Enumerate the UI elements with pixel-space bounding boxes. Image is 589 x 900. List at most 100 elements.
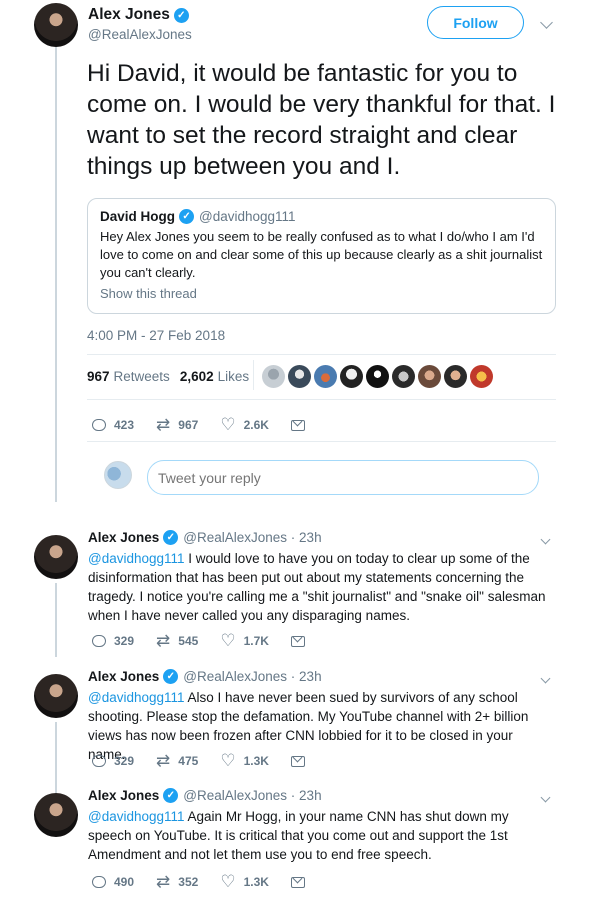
retweet-icon: ⇄ xyxy=(156,751,171,770)
verified-icon: ✓ xyxy=(163,788,179,803)
author-avatar[interactable] xyxy=(34,535,78,579)
message-action[interactable] xyxy=(290,755,305,767)
retweet-action[interactable]: ⇄ 352 xyxy=(156,872,198,892)
mention-link[interactable]: @davidhogg111 xyxy=(88,551,185,566)
author-name[interactable]: Alex Jones xyxy=(88,530,159,545)
author-avatar[interactable] xyxy=(34,674,78,718)
likes-count[interactable]: 2,602 xyxy=(180,369,214,384)
liker-avatar[interactable] xyxy=(444,365,467,388)
reply-count: 423 xyxy=(114,418,135,432)
like-action[interactable]: ♡ 1.3K xyxy=(220,751,269,771)
author-handle[interactable]: @RealAlexJones xyxy=(88,27,192,42)
reply-icon xyxy=(92,635,106,647)
tweet-stats: 967 Retweets 2,602 Likes xyxy=(87,369,259,384)
envelope-icon xyxy=(290,419,305,431)
like-action[interactable]: ♡ 1.3K xyxy=(220,872,269,892)
liker-avatar[interactable] xyxy=(418,365,441,388)
chevron-down-icon[interactable] xyxy=(540,16,553,29)
reply-action[interactable]: 490 xyxy=(92,875,134,889)
mention-link[interactable]: @davidhogg111 xyxy=(88,809,185,824)
author-handle-time[interactable]: @RealAlexJones · 23h xyxy=(183,669,321,684)
reply-icon xyxy=(92,755,106,767)
divider xyxy=(87,399,556,400)
reply-count: 490 xyxy=(114,875,135,889)
reply-action[interactable]: 329 xyxy=(92,754,134,768)
reply-header: Alex Jones ✓ @RealAlexJones · 23h xyxy=(88,788,322,803)
reply-action[interactable]: 329 xyxy=(92,634,134,648)
retweet-action[interactable]: ⇄ 967 xyxy=(156,415,198,435)
reply-actions: 490 ⇄ 352 ♡ 1.3K xyxy=(92,872,327,892)
liker-avatars xyxy=(262,365,493,388)
like-action[interactable]: ♡ 2.6K xyxy=(220,415,269,435)
mention-link[interactable]: @davidhogg111 xyxy=(88,690,185,705)
heart-icon: ♡ xyxy=(220,872,236,891)
liker-avatar[interactable] xyxy=(340,365,363,388)
tweet-text: Hi David, it would be fantastic for you … xyxy=(87,60,556,180)
retweet-count: 967 xyxy=(178,418,199,432)
message-action[interactable] xyxy=(290,876,305,888)
likes-label[interactable]: Likes xyxy=(218,369,250,384)
author-name[interactable]: Alex Jones xyxy=(88,669,159,684)
author-handle-time[interactable]: @RealAlexJones · 23h xyxy=(183,788,321,803)
verified-icon: ✓ xyxy=(179,209,195,224)
reply-header: Alex Jones ✓ @RealAlexJones · 23h xyxy=(88,530,322,545)
chevron-down-icon[interactable] xyxy=(540,534,551,545)
quoted-tweet[interactable]: David Hogg ✓ @davidhogg111 Hey Alex Jone… xyxy=(87,198,556,314)
reply-icon xyxy=(92,876,106,888)
message-action[interactable] xyxy=(290,635,305,647)
divider xyxy=(87,441,556,442)
reply-icon xyxy=(92,419,106,431)
envelope-icon xyxy=(290,755,305,767)
author-name[interactable]: Alex Jones xyxy=(88,6,170,24)
retweet-count: 352 xyxy=(178,875,199,889)
heart-icon: ♡ xyxy=(220,751,236,770)
heart-icon: ♡ xyxy=(220,631,236,650)
envelope-icon xyxy=(290,876,305,888)
quoted-text: Hey Alex Jones you seem to be really con… xyxy=(100,229,543,280)
like-count: 1.3K xyxy=(243,875,269,889)
reply-actions: 329 ⇄ 475 ♡ 1.3K xyxy=(92,751,327,771)
author-avatar[interactable] xyxy=(34,793,78,837)
retweet-action[interactable]: ⇄ 545 xyxy=(156,631,198,651)
liker-avatar[interactable] xyxy=(366,365,389,388)
tweet-timestamp[interactable]: 4:00 PM - 27 Feb 2018 xyxy=(87,328,225,343)
thread-reply: Alex Jones ✓ @RealAlexJones · 23h @david… xyxy=(0,528,589,658)
show-thread-link[interactable]: Show this thread xyxy=(100,286,543,301)
like-count: 2.6K xyxy=(243,418,269,432)
divider xyxy=(87,354,556,355)
retweet-action[interactable]: ⇄ 475 xyxy=(156,751,198,771)
liker-avatar[interactable] xyxy=(392,365,415,388)
like-count: 1.7K xyxy=(243,634,269,648)
main-tweet: Alex Jones ✓ @RealAlexJones Follow Hi Da… xyxy=(0,0,589,515)
follow-button[interactable]: Follow xyxy=(427,6,524,39)
chevron-down-icon[interactable] xyxy=(540,792,551,803)
retweet-icon: ⇄ xyxy=(156,872,171,891)
stats-separator xyxy=(253,360,254,390)
retweet-count: 545 xyxy=(178,634,199,648)
thread-reply: Alex Jones ✓ @RealAlexJones · 23h @david… xyxy=(0,667,589,782)
like-count: 1.3K xyxy=(243,754,269,768)
heart-icon: ♡ xyxy=(220,415,236,434)
liker-avatar[interactable] xyxy=(314,365,337,388)
reply-header: Alex Jones ✓ @RealAlexJones · 23h xyxy=(88,669,322,684)
verified-icon: ✓ xyxy=(163,669,179,684)
author-name-row: Alex Jones ✓ xyxy=(88,6,189,24)
reply-count: 329 xyxy=(114,634,135,648)
liker-avatar[interactable] xyxy=(288,365,311,388)
retweets-count[interactable]: 967 xyxy=(87,369,110,384)
chevron-down-icon[interactable] xyxy=(540,673,551,684)
like-action[interactable]: ♡ 1.7K xyxy=(220,631,269,651)
reply-action[interactable]: 423 xyxy=(92,418,134,432)
reply-text: @davidhogg111 Again Mr Hogg, in your nam… xyxy=(88,807,548,864)
retweet-icon: ⇄ xyxy=(156,631,171,650)
author-avatar[interactable] xyxy=(34,3,78,47)
liker-avatar[interactable] xyxy=(470,365,493,388)
retweet-icon: ⇄ xyxy=(156,415,171,434)
author-name[interactable]: Alex Jones xyxy=(88,788,159,803)
liker-avatar[interactable] xyxy=(262,365,285,388)
author-handle-time[interactable]: @RealAlexJones · 23h xyxy=(183,530,321,545)
retweets-label[interactable]: Retweets xyxy=(114,369,170,384)
reply-input[interactable] xyxy=(147,460,539,495)
message-action[interactable] xyxy=(290,419,305,431)
quoted-header: David Hogg ✓ @davidhogg111 xyxy=(100,209,543,224)
